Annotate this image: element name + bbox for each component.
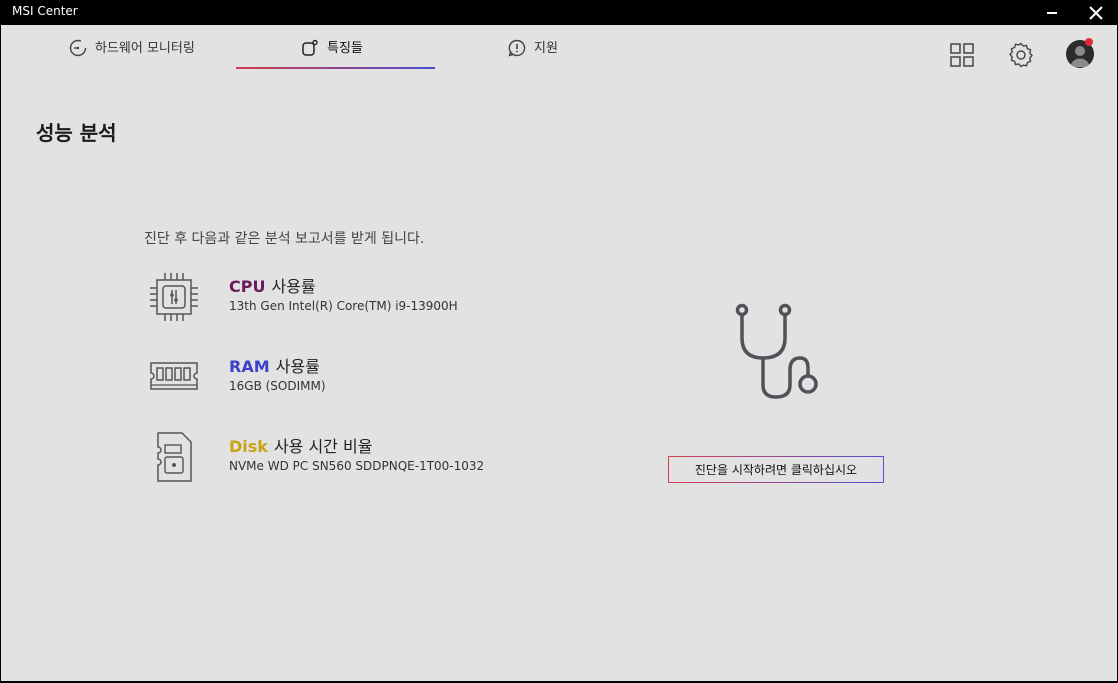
intro-text: 진단 후 다음과 같은 분석 보고서를 받게 됩니다. <box>144 231 425 247</box>
start-diagnosis-button[interactable]: 진단을 시작하려면 클릭하십시오 <box>668 456 884 483</box>
minimize-icon <box>1047 11 1057 14</box>
report-item-ram: RAM 사용률 16GB (SODIMM) <box>148 351 648 411</box>
item-title: CPU 사용률 <box>229 273 316 297</box>
item-highlight: RAM <box>229 357 270 376</box>
gauge-icon <box>69 39 87 57</box>
tab-label: 하드웨어 모니터링 <box>95 41 195 56</box>
gear-icon[interactable] <box>1007 41 1035 69</box>
main-window: 하드웨어 모니터링 특징들 지원 성능 분석 진단 후 다음과 같은 분석 보고… <box>1 25 1117 681</box>
item-title: Disk 사용 시간 비율 <box>229 433 372 457</box>
tab-support[interactable]: 지원 <box>508 37 558 71</box>
tab-label: 지원 <box>534 41 558 56</box>
item-label: 사용률 <box>271 277 316 296</box>
stethoscope-icon <box>735 303 818 399</box>
item-detail: NVMe WD PC SN560 SDDPNQE-1T00-1032 <box>229 459 485 473</box>
item-highlight: Disk <box>229 437 268 456</box>
active-tab-indicator <box>236 67 435 69</box>
tab-hardware-monitoring[interactable]: 하드웨어 모니터링 <box>69 37 195 71</box>
tab-features[interactable]: 특징들 <box>301 37 363 71</box>
notification-badge <box>1085 38 1093 46</box>
tab-label: 특징들 <box>327 41 363 56</box>
disk-icon <box>157 432 192 482</box>
item-label: 사용 시간 비율 <box>273 437 373 456</box>
item-detail: 16GB (SODIMM) <box>229 379 326 393</box>
close-icon <box>1089 5 1103 20</box>
report-item-disk: Disk 사용 시간 비율 NVMe WD PC SN560 SDDPNQE-1T… <box>148 431 648 491</box>
item-label: 사용률 <box>275 357 320 376</box>
support-chat-icon <box>508 39 526 57</box>
features-icon <box>302 39 318 56</box>
report-item-cpu: CPU 사용률 13th Gen Intel(R) Core(TM) i9-139… <box>148 271 648 331</box>
app-title: MSI Center <box>12 4 78 18</box>
apps-grid-icon[interactable] <box>948 41 976 69</box>
item-highlight: CPU <box>229 277 266 296</box>
item-detail: 13th Gen Intel(R) Core(TM) i9-13900H <box>229 299 458 313</box>
item-title: RAM 사용률 <box>229 353 320 377</box>
cpu-icon <box>150 273 198 321</box>
ram-icon <box>150 362 198 390</box>
page-title: 성능 분석 <box>36 121 117 145</box>
title-bar: MSI Center <box>0 0 1118 25</box>
minimize-button[interactable] <box>1032 0 1072 25</box>
close-button[interactable] <box>1076 0 1116 25</box>
